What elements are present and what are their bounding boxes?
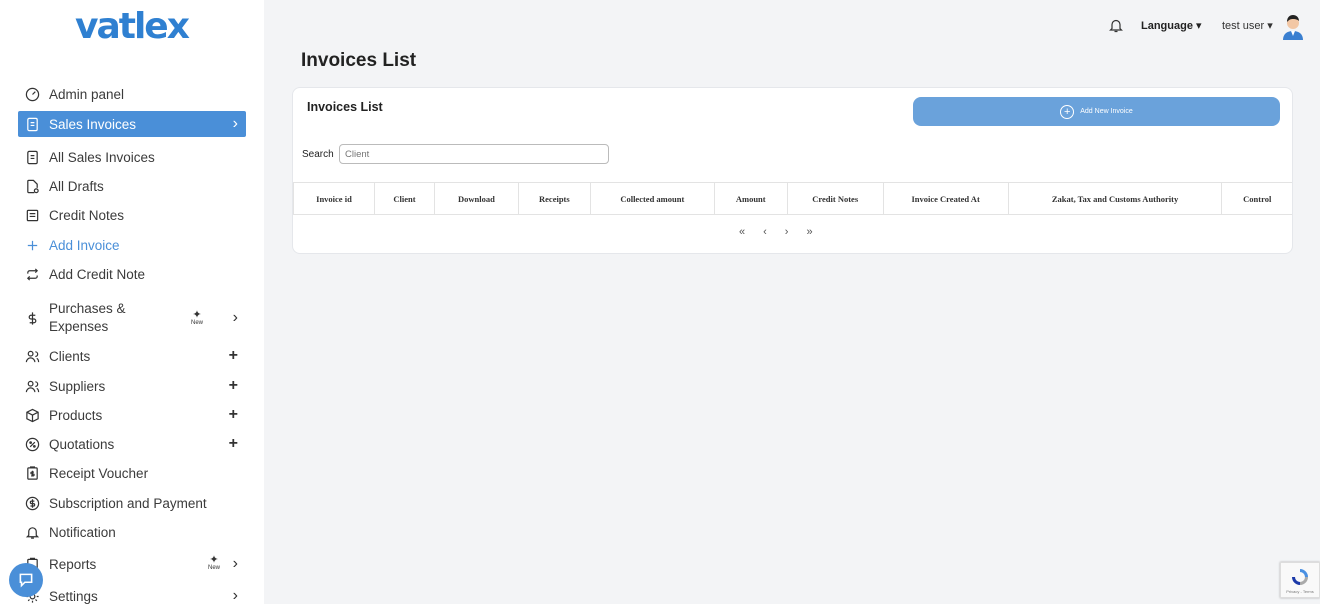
invoice-icon xyxy=(23,115,41,133)
chat-button[interactable] xyxy=(9,563,43,597)
sidebar-item-label: Settings xyxy=(49,588,98,604)
plus-circle-icon: + xyxy=(1060,104,1075,119)
sidebar-item-settings[interactable]: Settings › xyxy=(18,583,246,604)
users-icon xyxy=(23,377,41,395)
col-download[interactable]: Download xyxy=(434,182,519,215)
sidebar-item-label: Credit Notes xyxy=(49,207,125,223)
first-page-button[interactable]: « xyxy=(739,226,745,238)
chevron-right-icon: › xyxy=(232,309,238,326)
invoices-card: Invoices List + Add New Invoice Search I… xyxy=(292,87,1293,254)
col-invoice-created-at[interactable]: Invoice Created At xyxy=(883,182,1009,215)
col-receipts[interactable]: Receipts xyxy=(518,182,591,215)
sidebar-item-label: Reports xyxy=(49,556,97,572)
new-badge: ✦ New xyxy=(191,309,204,327)
sidebar-item-admin-panel[interactable]: Admin panel xyxy=(18,81,246,107)
sidebar-item-label: Quotations xyxy=(49,436,115,452)
invoices-table: Invoice id Client Download Receipts Coll… xyxy=(293,182,1292,215)
page-title: Invoices List xyxy=(301,50,417,71)
add-quotation-button[interactable]: + xyxy=(229,435,238,453)
note-icon xyxy=(23,206,41,224)
receipt-icon xyxy=(23,464,41,482)
add-supplier-button[interactable]: + xyxy=(229,377,238,395)
sidebar-item-purchases-expenses[interactable]: Purchases & Expenses ✦ New › xyxy=(18,298,246,338)
sidebar-item-suppliers[interactable]: Suppliers + xyxy=(18,373,246,399)
recaptcha-icon xyxy=(1292,568,1308,585)
top-bar: Language ▾ test user ▾ xyxy=(264,0,1320,50)
new-badge: ✦ New xyxy=(208,554,221,572)
card-title: Invoices List xyxy=(307,100,383,114)
sidebar-item-label: Clients xyxy=(49,348,91,364)
sidebar-item-label: All Sales Invoices xyxy=(49,149,155,165)
sidebar-item-label: All Drafts xyxy=(49,178,104,194)
col-credit-notes[interactable]: Credit Notes xyxy=(787,182,884,215)
dashboard-icon xyxy=(23,85,41,103)
pagination: « ‹ › » xyxy=(739,226,813,238)
percent-icon xyxy=(23,435,41,453)
col-collected-amount[interactable]: Collected amount xyxy=(590,182,715,215)
box-icon xyxy=(23,406,41,424)
chevron-right-icon: › xyxy=(232,555,238,572)
col-amount[interactable]: Amount xyxy=(714,182,788,215)
add-product-button[interactable]: + xyxy=(229,406,238,424)
sidebar-item-products[interactable]: Products + xyxy=(18,402,246,428)
plus-icon xyxy=(23,236,41,254)
col-zakat-tax-authority[interactable]: Zakat, Tax and Customs Authority xyxy=(1008,182,1223,215)
caret-down-icon: ▾ xyxy=(1196,20,1202,32)
sidebar-item-label: Purchases & Expenses xyxy=(49,301,126,334)
sidebar-item-add-invoice[interactable]: Add Invoice xyxy=(18,232,246,258)
col-client[interactable]: Client xyxy=(374,182,435,215)
col-invoice-id[interactable]: Invoice id xyxy=(293,182,375,215)
sidebar-item-notification[interactable]: Notification xyxy=(18,519,246,545)
sidebar-item-all-sales-invoices[interactable]: All Sales Invoices xyxy=(18,144,246,170)
avatar[interactable] xyxy=(1280,12,1306,40)
add-new-invoice-button[interactable]: + Add New Invoice xyxy=(913,97,1280,126)
search-label: Search xyxy=(302,149,334,160)
sidebar-item-label: Add Credit Note xyxy=(49,266,146,282)
bell-icon[interactable] xyxy=(1108,17,1124,39)
caret-down-icon: ▾ xyxy=(1267,20,1273,32)
sidebar-item-label: Subscription and Payment xyxy=(49,495,207,511)
sparkle-icon: ✦ xyxy=(209,554,219,566)
sidebar-item-receipt-voucher[interactable]: Receipt Voucher xyxy=(18,460,246,486)
app-logo[interactable]: vatlex xyxy=(75,6,190,47)
sparkle-icon: ✦ xyxy=(192,309,202,321)
repeat-icon xyxy=(23,265,41,283)
search-input[interactable] xyxy=(339,144,609,164)
sidebar-item-label: Add Invoice xyxy=(49,237,120,253)
table-header-row: Invoice id Client Download Receipts Coll… xyxy=(293,182,1292,215)
file-icon xyxy=(23,148,41,166)
sidebar-item-label: Admin panel xyxy=(49,86,125,102)
add-client-button[interactable]: + xyxy=(229,347,238,365)
language-dropdown[interactable]: Language ▾ xyxy=(1141,19,1202,32)
sidebar-item-add-credit-note[interactable]: Add Credit Note xyxy=(18,261,246,287)
sidebar-item-clients[interactable]: Clients + xyxy=(18,343,246,369)
sidebar: vatlex Admin panel Sales Invoices › All … xyxy=(0,0,264,604)
user-menu[interactable]: test user ▾ xyxy=(1222,19,1273,32)
bell-icon xyxy=(23,523,41,541)
sidebar-item-sales-invoices[interactable]: Sales Invoices › xyxy=(18,111,246,137)
recaptcha-badge[interactable]: Privacy - Terms xyxy=(1280,562,1320,598)
sidebar-item-quotations[interactable]: Quotations + xyxy=(18,431,246,457)
users-icon xyxy=(23,347,41,365)
next-page-button[interactable]: › xyxy=(785,226,789,238)
sidebar-item-label: Notification xyxy=(49,524,116,540)
last-page-button[interactable]: » xyxy=(806,226,812,238)
draft-icon xyxy=(23,177,41,195)
col-control[interactable]: Control xyxy=(1221,182,1292,215)
sidebar-item-label: Products xyxy=(49,407,103,423)
chevron-right-icon: › xyxy=(232,115,238,132)
chevron-right-icon: › xyxy=(232,587,238,604)
dollar-icon xyxy=(23,309,41,327)
sidebar-item-subscription-payment[interactable]: Subscription and Payment xyxy=(18,490,246,516)
prev-page-button[interactable]: ‹ xyxy=(763,226,767,238)
sidebar-item-reports[interactable]: Reports ✦ New › xyxy=(18,551,246,577)
sidebar-item-label: Suppliers xyxy=(49,378,106,394)
sidebar-item-all-drafts[interactable]: All Drafts xyxy=(18,173,246,199)
sidebar-item-label: Sales Invoices xyxy=(49,116,137,132)
sidebar-item-credit-notes[interactable]: Credit Notes xyxy=(18,202,246,228)
sidebar-item-label: Receipt Voucher xyxy=(49,465,149,481)
chat-icon xyxy=(19,573,33,588)
coin-icon xyxy=(23,494,41,512)
